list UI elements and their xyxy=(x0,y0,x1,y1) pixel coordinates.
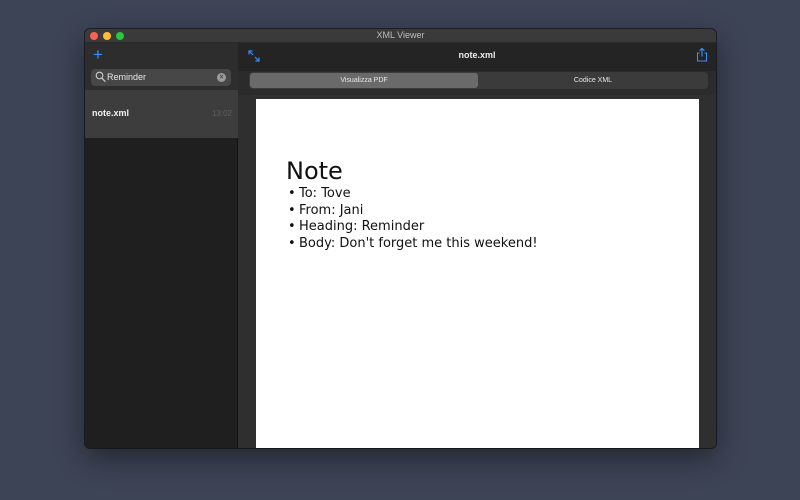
search-icon xyxy=(95,71,106,82)
window-title: XML Viewer xyxy=(376,30,425,40)
pdf-preview-area[interactable]: Note • To: Tove • From: Jani • Heading: Rem… xyxy=(238,95,716,448)
app-window: XML Viewer + Reminder × note.xml 13:02 n… xyxy=(85,29,716,448)
tab-codice-xml[interactable]: Codice XML xyxy=(479,73,707,88)
list-item: • From: Jani xyxy=(288,203,538,220)
list-item-name: note.xml xyxy=(92,108,130,118)
list-item: • Heading: Reminder xyxy=(288,219,538,236)
clear-icon[interactable]: × xyxy=(217,73,226,82)
list-item: • To: Tove xyxy=(288,186,538,203)
pdf-page: Note • To: Tove • From: Jani • Heading: Rem… xyxy=(256,99,699,448)
list-item: • Body: Don't forget me this weekend! xyxy=(288,236,538,253)
search-input[interactable]: Reminder xyxy=(107,72,146,82)
search-field[interactable]: Reminder × xyxy=(91,69,231,86)
note-field: Body: Don't forget me this weekend! xyxy=(299,235,538,251)
plus-icon[interactable]: + xyxy=(91,46,105,64)
tab-visualizza-pdf[interactable]: Visualizza PDF xyxy=(250,73,478,88)
note-field: From: Jani xyxy=(299,202,364,218)
title-bar: XML Viewer xyxy=(85,29,716,43)
bullet: • xyxy=(288,235,296,251)
bullet: • xyxy=(288,219,296,234)
note-field: Heading: Reminder xyxy=(299,219,425,234)
bullet: • xyxy=(288,186,296,201)
sidebar: + Reminder × note.xml 13:02 xyxy=(85,43,238,448)
list-item-time: 13:02 xyxy=(211,109,232,118)
toolbar: note.xml xyxy=(238,43,716,71)
share-icon[interactable] xyxy=(696,47,708,62)
view-mode-segmented-control: Visualizza PDF Codice XML xyxy=(249,72,708,89)
note-heading: Note xyxy=(286,157,343,185)
note-field-list: • To: Tove • From: Jani • Heading: Reminder… xyxy=(288,186,538,252)
list-item[interactable]: note.xml 13:02 xyxy=(85,90,238,138)
main-panel: note.xml Visualizza PDF Codice XML Note … xyxy=(238,43,716,448)
note-field: To: Tove xyxy=(299,186,351,201)
document-title: note.xml xyxy=(458,50,496,60)
bullet: • xyxy=(288,202,296,218)
